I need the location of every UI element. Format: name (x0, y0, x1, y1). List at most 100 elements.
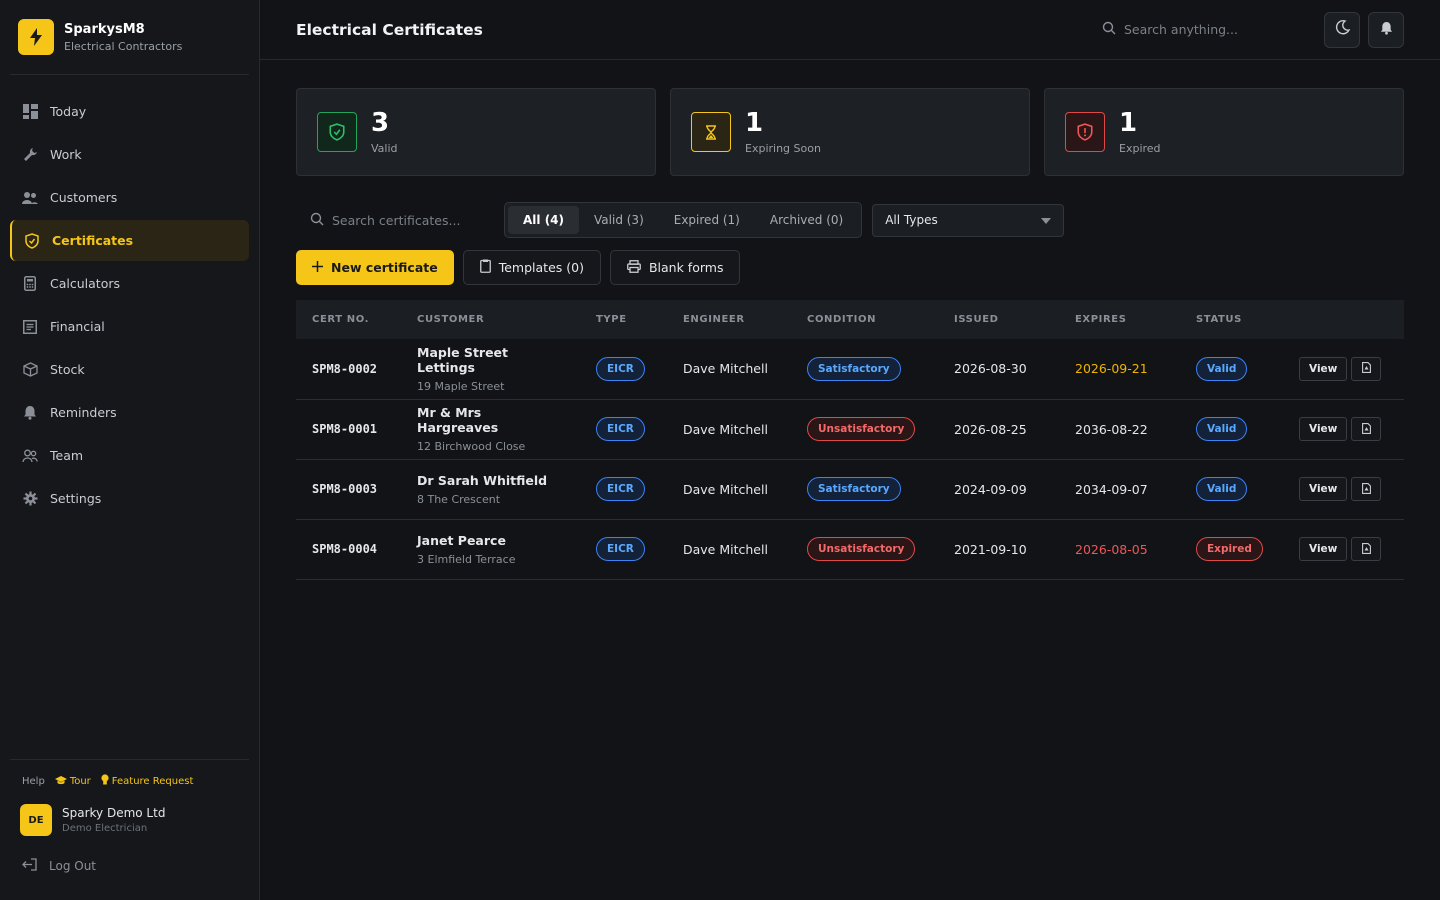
cert-number: SPM8-0001 (312, 422, 378, 436)
pdf-download-button[interactable] (1351, 477, 1382, 501)
stat-card-expiring[interactable]: 1 Expiring Soon (670, 88, 1030, 176)
brand[interactable]: SparkysM8 Electrical Contractors (10, 0, 249, 75)
plus-icon (312, 260, 323, 275)
logout-button[interactable]: Log Out (0, 844, 259, 900)
engineer: Dave Mitchell (683, 481, 768, 497)
column-header[interactable]: CUSTOMER (401, 300, 580, 339)
topbar: Electrical Certificates Search anything.… (260, 0, 1440, 60)
filters-row: Search certificates... All (4) Valid (3)… (296, 202, 1404, 238)
column-header[interactable]: CERT NO. (296, 300, 401, 339)
sidebar-item-team[interactable]: Team (10, 435, 249, 476)
column-header[interactable]: TYPE (580, 300, 667, 339)
column-header[interactable]: ENGINEER (667, 300, 791, 339)
stat-value: 1 (745, 107, 764, 138)
search-icon (1102, 21, 1116, 38)
status-badge: Valid (1196, 356, 1248, 381)
new-certificate-label: New certificate (331, 260, 438, 275)
sidebar-item-label: Customers (50, 190, 118, 205)
help-row: Help Tour Feature Request (10, 759, 249, 796)
column-header[interactable]: CONDITION (791, 300, 938, 339)
view-button[interactable]: View (1299, 417, 1348, 441)
actions-row: New certificate Templates (0) Blank form… (296, 250, 1404, 285)
table-row[interactable]: SPM8-0004 Janet Pearce 3 Elmfield Terrace… (296, 519, 1404, 579)
stat-value: 1 (1119, 107, 1138, 138)
type-cell: EICR (580, 519, 667, 579)
logout-icon (22, 858, 37, 874)
notifications-button[interactable] (1368, 11, 1404, 48)
gear-icon (22, 491, 38, 507)
user-profile[interactable]: DE Sparky Demo Ltd Demo Electrician (0, 796, 259, 844)
stats-row: 3 Valid 1 Expiring Soon 1 Expired (296, 88, 1404, 176)
search-placeholder: Search certificates... (332, 212, 461, 228)
brand-subtitle: Electrical Contractors (64, 39, 183, 53)
customer-name: Janet Pearce (417, 532, 506, 548)
view-button[interactable]: View (1299, 477, 1348, 501)
condition-cell: Satisfactory (791, 339, 938, 399)
column-header[interactable]: STATUS (1180, 300, 1283, 339)
issued-date: 2026-08-30 (954, 361, 1027, 377)
status-cell: Valid (1180, 399, 1283, 459)
sidebar-item-work[interactable]: Work (10, 134, 249, 175)
type-select[interactable]: All Types (872, 203, 1065, 237)
tab-archived[interactable]: Archived (0) (755, 206, 858, 234)
customer-cell: Mr & Mrs Hargreaves 12 Birchwood Close (401, 399, 580, 459)
dashboard-icon (22, 104, 38, 120)
table-row[interactable]: SPM8-0001 Mr & Mrs Hargreaves 12 Birchwoo… (296, 399, 1404, 459)
tab-all[interactable]: All (4) (508, 206, 580, 234)
new-certificate-button[interactable]: New certificate (296, 250, 454, 285)
sidebar-item-certificates[interactable]: Certificates (10, 220, 249, 261)
search-icon (310, 212, 324, 229)
table-row[interactable]: SPM8-0002 Maple Street Lettings 19 Maple … (296, 339, 1404, 399)
moon-icon (1335, 20, 1350, 39)
issued-date: 2026-08-25 (954, 421, 1027, 437)
type-badge: EICR (596, 537, 645, 561)
certificates-table: CERT NO. CUSTOMER TYPE ENGINEER CONDITIO… (296, 300, 1404, 580)
pdf-download-button[interactable] (1351, 537, 1382, 561)
sidebar-item-financial[interactable]: Financial (10, 306, 249, 347)
sidebar-item-reminders[interactable]: Reminders (10, 392, 249, 433)
pdf-download-button[interactable] (1351, 417, 1382, 441)
clipboard-icon (479, 259, 491, 276)
sidebar-item-label: Today (50, 104, 87, 119)
status-cell: Valid (1180, 339, 1283, 399)
customer-name: Dr Sarah Whitfield (417, 472, 548, 488)
view-button[interactable]: View (1299, 537, 1348, 561)
sidebar-item-settings[interactable]: Settings (10, 478, 249, 519)
theme-toggle-button[interactable] (1324, 11, 1360, 48)
pdf-download-button[interactable] (1351, 356, 1382, 381)
row-actions-cell: View (1283, 399, 1404, 459)
tour-link[interactable]: Tour (54, 775, 91, 788)
blank-forms-button[interactable]: Blank forms (609, 250, 741, 285)
type-cell: EICR (580, 459, 667, 519)
box-icon (22, 362, 38, 378)
brand-name: SparkysM8 (64, 21, 145, 37)
cert-number: SPM8-0002 (312, 361, 378, 376)
customer-cell: Maple Street Lettings 19 Maple Street (401, 339, 580, 399)
tab-expired[interactable]: Expired (1) (659, 206, 755, 234)
column-header[interactable]: ISSUED (938, 300, 1059, 339)
tab-valid[interactable]: Valid (3) (579, 206, 659, 234)
customer-name: Mr & Mrs Hargreaves (417, 405, 499, 435)
sidebar-item-customers[interactable]: Customers (10, 177, 249, 218)
expires-date: 2036-08-22 (1075, 421, 1148, 437)
templates-button[interactable]: Templates (0) (462, 250, 601, 285)
type-badge: EICR (596, 417, 645, 441)
global-search-input[interactable]: Search anything... (1102, 21, 1302, 38)
table-row[interactable]: SPM8-0003 Dr Sarah Whitfield 8 The Cresce… (296, 459, 1404, 519)
sidebar-item-today[interactable]: Today (10, 91, 249, 132)
column-header[interactable]: EXPIRES (1059, 300, 1180, 339)
search-placeholder: Search anything... (1124, 22, 1238, 37)
sidebar-item-label: Financial (50, 319, 105, 334)
stat-card-valid[interactable]: 3 Valid (296, 88, 656, 176)
certificate-search-input[interactable]: Search certificates... (296, 203, 494, 237)
view-button[interactable]: View (1299, 356, 1348, 381)
sidebar-item-calculators[interactable]: Calculators (10, 263, 249, 304)
feature-request-link[interactable]: Feature Request (101, 774, 193, 788)
sidebar-item-stock[interactable]: Stock (10, 349, 249, 390)
customer-address: 8 The Crescent (417, 492, 501, 506)
column-header-actions (1283, 300, 1404, 339)
help-label[interactable]: Help (22, 776, 45, 787)
condition-cell: Unsatisfactory (791, 519, 938, 579)
hourglass-icon (691, 112, 731, 152)
stat-card-expired[interactable]: 1 Expired (1044, 88, 1404, 176)
